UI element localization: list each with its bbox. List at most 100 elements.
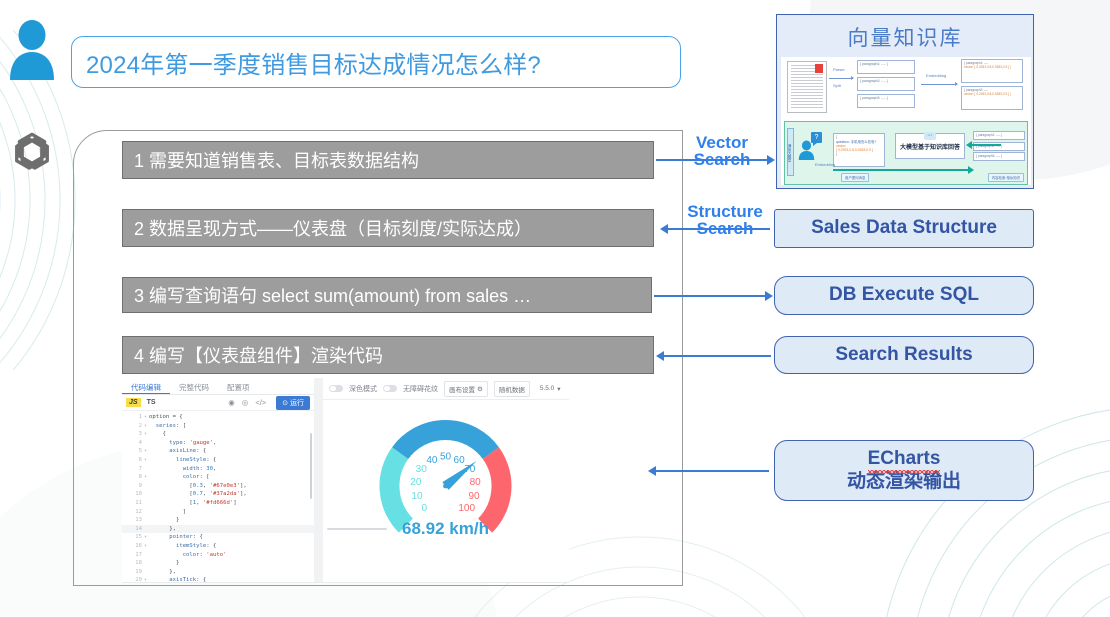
vector-box-1: { paragraph1: ---- vector: [ 0.2283,0.8,…: [961, 59, 1023, 83]
kb-llm-answer-box: ··· 大模型基于知识库回答: [895, 132, 965, 159]
paragraph-box-2: { paragraph2: ---- }: [857, 77, 915, 91]
gauge-minor-tick: [486, 490, 492, 493]
code-line: 16 ▾ itemStyle: {: [122, 542, 314, 551]
random-data-button[interactable]: 随机数据: [493, 380, 530, 397]
tab-full-code[interactable]: 完整代码: [170, 378, 218, 394]
code-line-number: 6: [138, 456, 142, 463]
tab-code-editor[interactable]: 代码编辑: [122, 378, 170, 394]
user-question-text: 2024年第一季度销售目标达成情况怎么样?: [86, 51, 541, 79]
code-line-number: 15: [135, 534, 142, 541]
gauge-minor-tick: [460, 443, 463, 449]
kb-query-flow: 通用大模型 ? { question: 手机用充么充电? vector: [ 0…: [784, 121, 1028, 185]
kb-arrow-query-to-results: [833, 165, 974, 175]
tab-config-options[interactable]: 配置项: [218, 378, 259, 394]
vector-box-1-line2: vector: [ 0.2283,0.8,0.9283,0.9 ] }: [964, 65, 1011, 69]
vector-box-2-line2: vector: [ 0.2283,0.8,0.9283,0.9 ] }: [964, 92, 1011, 96]
lang-js-badge[interactable]: JS: [126, 398, 141, 407]
box-sales-data-structure[interactable]: Sales Data Structure: [774, 209, 1034, 248]
vector-knowledge-base-title: 向量知识库: [847, 27, 963, 50]
code-line-number: 3: [138, 431, 142, 438]
gauge-minor-tick: [473, 452, 478, 457]
box-echarts-label-line1: ECharts: [867, 448, 941, 474]
box-search-results-label: Search Results: [835, 343, 973, 365]
accessible-pattern-toggle[interactable]: [383, 384, 397, 393]
code-line-text: color: [: [182, 474, 210, 481]
code-line-text: lineStyle: {: [175, 456, 217, 463]
code-line-text: }: [149, 517, 180, 524]
step-item-2: 2 数据呈现方式——仪表盘（目标刻度/实际达成）: [122, 209, 654, 247]
code-line-number: 1: [138, 414, 142, 420]
code-icon[interactable]: </>: [255, 398, 266, 407]
gauge-minor-tick: [416, 449, 421, 454]
code-line-number: 5: [138, 448, 142, 455]
code-line-number: 9: [138, 482, 142, 489]
embedding-label-upper: Embedding: [926, 73, 947, 78]
gauge-minor-tick: [399, 490, 405, 493]
gauge-minor-tick: [428, 443, 431, 449]
gauge-major-tick: [474, 458, 484, 466]
code-editor-area[interactable]: 1 ▾ option = {2 ▾ series: [3 ▾ {4 type: 'gau…: [122, 411, 314, 583]
theme-icon[interactable]: ◎: [242, 398, 249, 407]
gauge-minor-tick: [470, 449, 475, 454]
gauge-major-tick: [412, 511, 421, 520]
chevron-down-icon: ▾: [557, 385, 561, 393]
source-document-icon: [787, 61, 827, 113]
code-line-text: axisTick: {: [169, 577, 207, 583]
vector-search-line1: Vector: [696, 133, 748, 152]
gauge-minor-tick: [485, 474, 491, 477]
kb-results-tag: 内容检索·相似知识: [987, 173, 1024, 182]
gauge-minor-tick: [483, 469, 489, 473]
code-line: 13 }: [122, 516, 314, 525]
code-line-text: [1, '#fd666d']: [149, 499, 237, 506]
gauge-minor-tick: [479, 508, 484, 513]
gauge-minor-tick: [405, 462, 411, 466]
code-line: 2 ▾ series: [: [122, 422, 314, 431]
editor-splitter[interactable]: [314, 378, 323, 582]
canvas-settings-button[interactable]: 画布设置 ⚙: [444, 380, 488, 397]
code-line-number: 7: [138, 465, 142, 472]
code-line-text: {: [149, 431, 166, 438]
gauge-major-tick: [481, 477, 492, 482]
code-line: 17 color: 'auto': [122, 551, 314, 560]
kb-arrow-results-to-answer: [966, 140, 1001, 150]
dark-mode-label: 深色模式: [349, 385, 377, 393]
code-line-number: 14: [135, 525, 142, 532]
run-button[interactable]: ⊙ 运行: [276, 395, 310, 410]
box-search-results[interactable]: Search Results: [774, 336, 1034, 374]
gauge-pointer-pivot: [443, 483, 448, 489]
version-selector[interactable]: 5.5.0 ▾: [536, 382, 565, 396]
code-line: 10 [0.7, '#37a2da'],: [122, 490, 314, 499]
code-line-text: [0.7, '#37a2da'],: [149, 491, 247, 498]
code-line-text: },: [149, 525, 176, 532]
structure-search-line1: Structure: [687, 202, 763, 221]
step-item-4: 4 编写【仪表盘组件】渲染代码: [122, 336, 654, 374]
palette-icon[interactable]: ◉: [228, 398, 235, 407]
box-sales-data-structure-label: Sales Data Structure: [811, 217, 997, 239]
gauge-minor-tick: [481, 505, 487, 509]
vector-search-line2: Search: [693, 150, 751, 170]
code-line-number: 20: [135, 577, 142, 583]
gauge-minor-tick: [436, 440, 439, 446]
vector-box-2: { paragraph2: ---- vector: [ 0.2283,0.8,…: [961, 86, 1023, 110]
code-line-text: }: [149, 560, 180, 567]
preview-toolbar: 深色模式 无障碍花纹 画布设置 ⚙ 随机数据 5.5.0 ▾: [323, 378, 569, 400]
preview-scrollbar[interactable]: [323, 527, 569, 530]
canvas-settings-label: 画布设置: [449, 386, 475, 394]
editor-left-pane: 代码编辑 完整代码 配置项 JS TS ◉ ◎ </> ⊙ 运行 1 ▾ optio…: [122, 378, 314, 582]
code-line-text: option = {: [149, 414, 183, 420]
gauge-major-tick: [399, 477, 410, 482]
dark-mode-toggle[interactable]: [329, 384, 343, 393]
code-line: 8 ▾ color: [: [122, 473, 314, 482]
box-echarts-output[interactable]: ECharts 动态渲染输出: [774, 440, 1034, 501]
kb-result-1: { paragraph1: ---- }: [973, 131, 1025, 140]
embedding-label-lower: Embedding: [815, 162, 836, 167]
code-scrollbar[interactable]: [309, 433, 312, 499]
box-echarts-label-line2: 动态渲染输出: [846, 470, 961, 492]
box-db-execute-sql[interactable]: DB Execute SQL: [774, 276, 1034, 315]
code-line: 20 ▾ axisTick: {: [122, 576, 314, 583]
code-line: 5 ▾ axisLine: {: [122, 447, 314, 456]
lang-ts-toggle[interactable]: TS: [147, 399, 156, 406]
code-line-text: pointer: {: [169, 534, 203, 541]
gauge-minor-tick: [456, 441, 459, 447]
gauge-minor-tick: [482, 501, 488, 505]
